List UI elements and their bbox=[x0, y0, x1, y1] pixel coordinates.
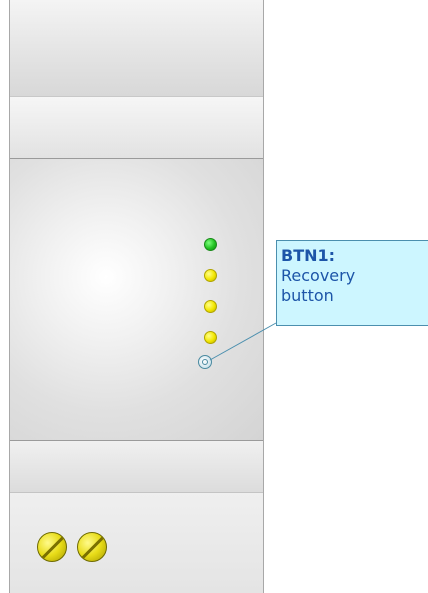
device-top-section bbox=[10, 0, 263, 97]
device-front-panel bbox=[10, 159, 263, 441]
btn1-callout: BTN1: Recovery button bbox=[276, 240, 428, 326]
led-yellow-3 bbox=[204, 300, 217, 313]
recovery-button[interactable] bbox=[198, 355, 212, 369]
diagram-canvas: BTN1: Recovery button bbox=[0, 0, 428, 593]
led-yellow-4 bbox=[204, 331, 217, 344]
led-green-1 bbox=[204, 238, 217, 251]
screw-terminal-1 bbox=[37, 532, 67, 562]
din-rail-device bbox=[9, 0, 264, 593]
device-upper-band bbox=[10, 97, 263, 159]
led-yellow-2 bbox=[204, 269, 217, 282]
callout-body: Recovery button bbox=[281, 266, 356, 305]
callout-title: BTN1: bbox=[281, 246, 336, 265]
screw-terminal-2 bbox=[77, 532, 107, 562]
device-lower-band bbox=[10, 441, 263, 493]
